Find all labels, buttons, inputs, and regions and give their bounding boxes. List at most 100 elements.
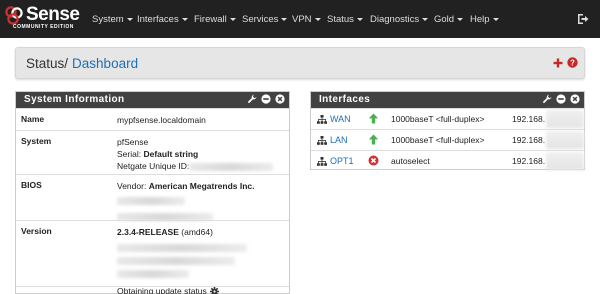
redacted-build-info-3 xyxy=(117,267,247,279)
breadcrumb: Status/Dashboard ? xyxy=(15,47,585,79)
bios-vendor-value: American Megatrends Inc. xyxy=(148,181,255,191)
nav-diagnostics-label: Diagnostics xyxy=(370,14,420,25)
interface-name-link[interactable]: WAN xyxy=(330,114,351,124)
nav-services-label: Services xyxy=(242,14,279,25)
chevron-down-icon xyxy=(281,17,288,21)
svg-text:?: ? xyxy=(570,58,575,67)
chevron-down-icon xyxy=(457,17,464,21)
question-circle-icon[interactable]: ? xyxy=(567,57,578,68)
arrow-up-icon xyxy=(368,134,379,145)
interface-ip: 192.168. xyxy=(512,156,546,166)
system-row-label: BIOS xyxy=(21,180,42,190)
chevron-down-icon xyxy=(181,17,188,21)
nav-gold[interactable]: Gold xyxy=(434,14,464,25)
system-row-next xyxy=(16,286,289,294)
system-row-label: System xyxy=(21,136,52,146)
redacted-build-bar-2 xyxy=(117,256,235,265)
bios-vendor-label: Vendor: xyxy=(117,181,147,191)
nav-firewall[interactable]: Firewall xyxy=(194,14,236,25)
interfaces-header: Interfaces xyxy=(311,92,584,108)
panel-controls xyxy=(246,94,285,106)
nav-status[interactable]: Status xyxy=(327,14,363,25)
release-line: 2.3.4-RELEASE (amd64) xyxy=(117,226,247,238)
nav-interfaces[interactable]: Interfaces xyxy=(137,14,188,25)
interfaces-panel: Interfaces WAN 1000baseT <full-duplex> 1… xyxy=(310,91,585,170)
nav-help[interactable]: Help xyxy=(470,14,499,25)
nav-services[interactable]: Services xyxy=(242,14,288,25)
serial-value: Default string xyxy=(143,149,199,159)
logo-wordmark: Sense xyxy=(26,4,80,25)
system-information-title: System Information xyxy=(24,94,125,105)
chevron-down-icon xyxy=(229,17,236,21)
sign-out-icon[interactable] xyxy=(577,13,589,25)
interface-ip: 192.168. xyxy=(512,135,546,145)
interface-name-link[interactable]: OPT1 xyxy=(330,156,354,166)
pfsense-logo[interactable]: Sense COMMUNITY EDITION xyxy=(5,4,81,32)
nav-status-label: Status xyxy=(327,14,354,25)
times-circle-icon xyxy=(368,155,379,166)
system-information-panel: System Information Name mypfsense.locald… xyxy=(15,91,290,294)
nav-gold-label: Gold xyxy=(434,14,455,25)
system-row-label: Version xyxy=(21,226,52,236)
system-row-name: Name mypfsense.localdomain xyxy=(16,108,289,130)
nav-diagnostics[interactable]: Diagnostics xyxy=(370,14,429,25)
chevron-down-icon xyxy=(422,17,429,21)
interface-row-opt1: OPT1 autoselect 192.168. xyxy=(311,150,584,170)
interface-ip: 192.168. xyxy=(512,114,546,124)
nav-system-label: System xyxy=(92,14,124,25)
release-arch: (amd64) xyxy=(181,227,213,237)
system-value: pfSense Serial: Default string Netgate U… xyxy=(117,136,274,172)
bios-value: Vendor: American Megatrends Inc. xyxy=(117,180,255,222)
nav-vpn-label: VPN xyxy=(292,14,312,25)
redacted-bios-version xyxy=(117,194,255,206)
nav-system[interactable]: System xyxy=(92,14,133,25)
product-name: pfSense xyxy=(117,137,149,147)
redacted-ip xyxy=(546,110,584,128)
netgate-id-line: Netgate Unique ID: xyxy=(117,160,274,172)
top-navbar: Sense COMMUNITY EDITION System Interface… xyxy=(0,0,600,38)
nav-help-label: Help xyxy=(470,14,490,25)
interface-name-link[interactable]: LAN xyxy=(330,135,348,145)
close-circle-icon[interactable] xyxy=(570,94,580,104)
minus-circle-icon[interactable] xyxy=(261,94,271,104)
redacted-build-info-2 xyxy=(117,254,247,266)
serial-line: Serial: Default string xyxy=(117,148,273,160)
chevron-down-icon xyxy=(126,17,133,21)
chevron-down-icon xyxy=(356,17,363,21)
chevron-down-icon xyxy=(492,17,499,21)
panel-controls xyxy=(541,94,580,106)
close-circle-icon[interactable] xyxy=(275,94,285,104)
redacted-build-bar-3 xyxy=(117,269,189,278)
release-version: 2.3.4-RELEASE xyxy=(117,227,179,237)
breadcrumb-page-link[interactable]: Dashboard xyxy=(72,56,138,71)
breadcrumb-trail: Status/Dashboard xyxy=(26,56,138,72)
nav-firewall-label: Firewall xyxy=(194,14,227,25)
redacted-build-info xyxy=(117,241,247,253)
network-icon xyxy=(317,157,327,166)
network-icon xyxy=(317,136,327,145)
interface-media: 1000baseT <full-duplex> xyxy=(391,135,485,145)
hostname-value: mypfsense.localdomain xyxy=(117,115,206,125)
serial-label: Serial: xyxy=(117,149,142,159)
redacted-build-bar xyxy=(117,243,247,252)
wrench-icon[interactable] xyxy=(247,94,257,104)
arrow-up-icon xyxy=(368,113,379,124)
breadcrumb-section: Status xyxy=(26,56,65,71)
redacted-netgate-id xyxy=(189,162,274,171)
redacted-ip xyxy=(546,152,584,170)
interface-media: 1000baseT <full-duplex> xyxy=(391,114,485,124)
interface-row-wan: WAN 1000baseT <full-duplex> 192.168. xyxy=(311,108,584,129)
system-row-label: Name xyxy=(21,114,45,124)
nav-vpn[interactable]: VPN xyxy=(292,14,321,25)
interfaces-title: Interfaces xyxy=(319,94,371,105)
plus-icon[interactable] xyxy=(553,58,563,68)
system-information-header: System Information xyxy=(16,92,289,108)
interface-media: autoselect xyxy=(391,156,430,166)
minus-circle-icon[interactable] xyxy=(556,94,566,104)
wrench-icon[interactable] xyxy=(542,94,552,104)
bios-vendor-line: Vendor: American Megatrends Inc. xyxy=(117,180,255,192)
netgate-id-label: Netgate Unique ID: xyxy=(117,161,190,171)
system-row-system: System pfSense Serial: Default string Ne… xyxy=(16,130,289,174)
chevron-down-icon xyxy=(314,17,321,21)
system-row-bios: BIOS Vendor: American Megatrends Inc. xyxy=(16,174,289,222)
